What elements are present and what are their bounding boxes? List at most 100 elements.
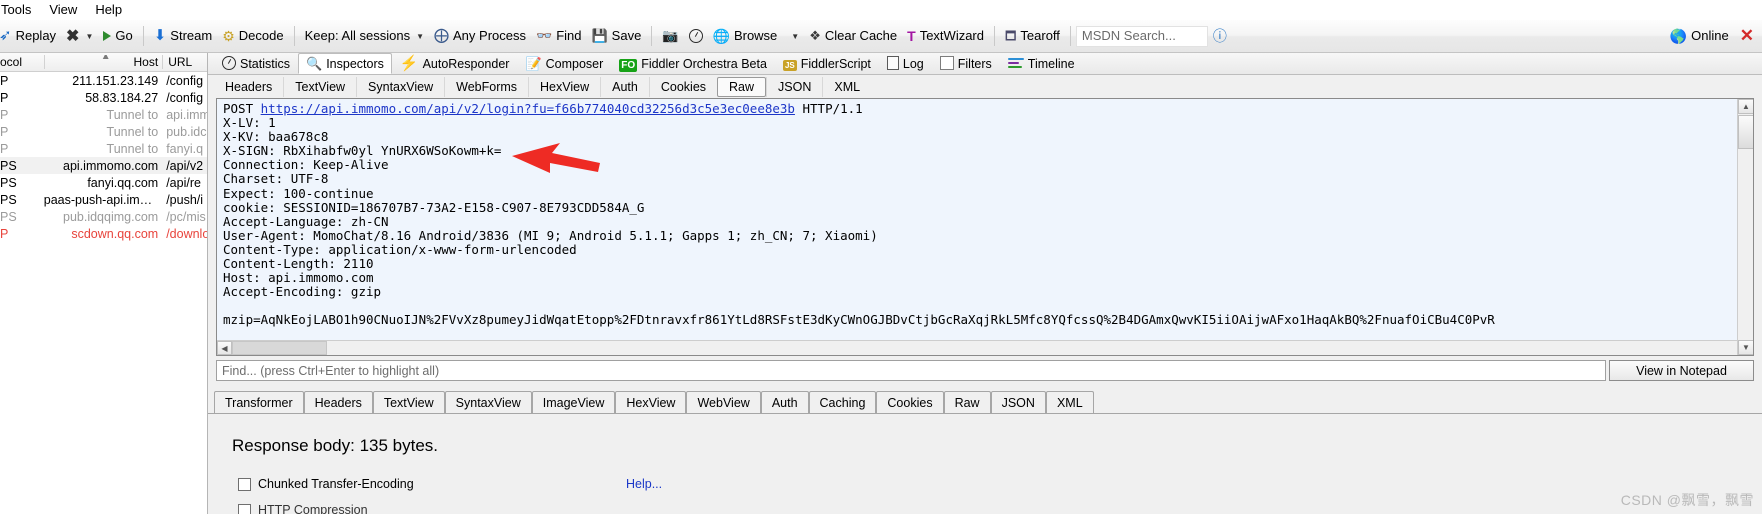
session-row[interactable]: P 211.151.23.149/config bbox=[0, 72, 207, 89]
session-row[interactable]: PS pub.idqqimg.com/pc/mis bbox=[0, 208, 207, 225]
session-row[interactable]: P Tunnel to api.imm bbox=[0, 106, 207, 123]
session-row[interactable]: PS fanyi.qq.com/api/re bbox=[0, 174, 207, 191]
request-url-link[interactable]: https://api.immomo.com/api/v2/login?fu=f… bbox=[261, 101, 795, 116]
screenshot-button[interactable]: 📷 bbox=[657, 23, 683, 50]
tab-filters[interactable]: Filters bbox=[932, 53, 1000, 74]
save-button[interactable]: 💾 Save bbox=[586, 23, 646, 50]
checkbox-icon[interactable] bbox=[238, 477, 251, 491]
session-host: paas-push-api.immo… bbox=[43, 192, 162, 207]
tab-label: Filters bbox=[957, 57, 992, 71]
column-header-protocol[interactable]: ocol bbox=[0, 55, 44, 69]
chunked-transfer-encoding-checkbox[interactable]: Chunked Transfer-Encoding bbox=[238, 477, 414, 491]
request-tab-textview[interactable]: TextView bbox=[283, 76, 356, 97]
timer-button[interactable] bbox=[684, 23, 708, 50]
session-row[interactable]: P Tunnel to pub.idc bbox=[0, 123, 207, 140]
tab-timeline[interactable]: Timeline bbox=[1000, 53, 1083, 74]
response-body-title: Response body: 135 bytes. bbox=[232, 436, 439, 455]
tab-fiddler-orchestra-beta[interactable]: FO Fiddler Orchestra Beta bbox=[611, 53, 775, 74]
request-horizontal-scrollbar[interactable]: ◀ bbox=[217, 340, 1737, 355]
scroll-up-icon[interactable]: ▲ bbox=[1738, 99, 1753, 114]
response-tab-auth[interactable]: Auth bbox=[760, 391, 809, 413]
chevron-down-icon: ▼ bbox=[416, 31, 425, 41]
clear-cache-button[interactable]: ❖ Clear Cache bbox=[804, 23, 902, 50]
request-tab-cookies[interactable]: Cookies bbox=[648, 76, 717, 97]
tab-composer[interactable]: 📝 Composer bbox=[517, 53, 611, 74]
decode-button[interactable]: ⚙ Decode bbox=[217, 23, 288, 50]
js-icon: JS bbox=[782, 60, 797, 71]
stopwatch-icon bbox=[688, 29, 703, 43]
menu-item-view[interactable]: View bbox=[40, 1, 86, 20]
session-row[interactable]: PS api.immomo.com/api/v2 bbox=[0, 157, 207, 174]
response-tab-transformer[interactable]: Transformer bbox=[214, 391, 304, 413]
tab-log[interactable]: Log bbox=[879, 53, 932, 74]
request-tab-auth[interactable]: Auth bbox=[600, 76, 649, 97]
response-tab-json[interactable]: JSON bbox=[990, 391, 1046, 413]
go-button[interactable]: Go bbox=[98, 23, 137, 50]
close-icon[interactable]: ✕ bbox=[1740, 27, 1754, 44]
request-tab-raw[interactable]: Raw bbox=[717, 76, 767, 97]
view-in-notepad-button[interactable]: View in Notepad bbox=[1609, 360, 1754, 381]
chevron-down-icon: ▼ bbox=[85, 31, 94, 41]
msdn-search-input[interactable]: MSDN Search... bbox=[1075, 25, 1208, 47]
find-input[interactable]: Find... (press Ctrl+Enter to highlight a… bbox=[216, 360, 1606, 381]
request-raw-viewer[interactable]: POST https://api.immomo.com/api/v2/login… bbox=[216, 98, 1754, 356]
sort-ascending-icon: ▲ bbox=[100, 55, 111, 62]
globe-network-icon: 🌎 bbox=[1669, 28, 1688, 44]
help-link[interactable]: Help... bbox=[626, 477, 662, 491]
column-header-url[interactable]: URL bbox=[163, 55, 207, 69]
session-row[interactable]: Pscdown.qq.com/downlo bbox=[0, 225, 207, 242]
menu-item-help[interactable]: Help bbox=[86, 1, 131, 20]
tab-inspectors[interactable]: 🔍 Inspectors bbox=[298, 53, 392, 74]
tab-statistics[interactable]: Statistics bbox=[214, 53, 298, 74]
tab-fiddlerscript[interactable]: JS FiddlerScript bbox=[775, 53, 879, 74]
session-row[interactable]: P 58.83.184.27/config bbox=[0, 89, 207, 106]
request-tab-webforms[interactable]: WebForms bbox=[444, 76, 528, 97]
find-button[interactable]: 👓 Find bbox=[531, 23, 586, 50]
scroll-left-icon[interactable]: ◀ bbox=[217, 341, 232, 355]
request-tab-xml[interactable]: XML bbox=[822, 76, 871, 97]
tab-autoresponder[interactable]: ⚡ AutoResponder bbox=[392, 53, 518, 74]
response-tab-cookies[interactable]: Cookies bbox=[876, 391, 944, 413]
scroll-thumb[interactable] bbox=[1738, 115, 1753, 149]
hscroll-thumb[interactable] bbox=[232, 341, 327, 355]
response-tab-headers[interactable]: Headers bbox=[303, 391, 373, 413]
request-tab-json[interactable]: JSON bbox=[766, 76, 822, 97]
browse-button[interactable]: 🌐 Browse ▼ bbox=[708, 23, 805, 50]
column-header-host[interactable]: ▲ Host bbox=[45, 55, 162, 69]
tab-label: Timeline bbox=[1027, 57, 1075, 71]
request-tab-hexview[interactable]: HexView bbox=[528, 76, 600, 97]
response-tab-raw[interactable]: Raw bbox=[943, 391, 991, 413]
response-tab-xml[interactable]: XML bbox=[1045, 391, 1094, 413]
request-tab-syntaxview[interactable]: SyntaxView bbox=[356, 76, 444, 97]
keep-sessions-dropdown[interactable]: Keep: All sessions ▼ bbox=[300, 23, 429, 50]
textwizard-button[interactable]: T TextWizard bbox=[902, 23, 989, 50]
tearoff-button[interactable]: 🗖 Tearoff bbox=[1000, 23, 1065, 50]
remove-button[interactable]: ✖ ▼ bbox=[61, 23, 98, 50]
scroll-down-icon[interactable]: ▼ bbox=[1738, 340, 1753, 355]
response-tab-imageview[interactable]: ImageView bbox=[531, 391, 616, 413]
response-tab-textview[interactable]: TextView bbox=[372, 391, 445, 413]
stream-button[interactable]: ⬇ Stream bbox=[149, 23, 217, 50]
http-compression-row[interactable]: HTTP Compression bbox=[238, 503, 368, 514]
menu-item-tools[interactable]: Tools bbox=[0, 1, 40, 20]
crosshair-icon: ⨁ bbox=[434, 27, 450, 44]
online-status-button[interactable]: 🌎 Online bbox=[1665, 23, 1734, 50]
response-tab-caching[interactable]: Caching bbox=[808, 391, 877, 413]
response-tab-syntaxview[interactable]: SyntaxView bbox=[444, 391, 532, 413]
replay-button[interactable]: ➶ Replay bbox=[0, 23, 61, 50]
session-host: Tunnel to bbox=[106, 107, 159, 122]
request-vertical-scrollbar[interactable]: ▲ ▼ bbox=[1737, 99, 1753, 355]
request-tab-headers[interactable]: Headers bbox=[214, 77, 283, 97]
response-tab-strip: Transformer Headers TextView SyntaxView Imag… bbox=[208, 390, 1762, 414]
response-tab-webview[interactable]: WebView bbox=[686, 391, 761, 413]
session-list[interactable]: ocol ▲ Host URL P 211.151.23.149/config P 5… bbox=[0, 53, 208, 514]
help-button[interactable]: ⓘ bbox=[1208, 23, 1232, 50]
response-tab-hexview[interactable]: HexView bbox=[615, 391, 687, 413]
session-row[interactable]: P Tunnel to fanyi.q bbox=[0, 140, 207, 157]
watermark: CSDN @飘雪，飘雪 bbox=[1620, 492, 1754, 508]
any-process-button[interactable]: ⨁ Any Process bbox=[429, 23, 531, 50]
checkbox-icon-2[interactable] bbox=[238, 503, 251, 514]
session-host: pub.idqqimg.com bbox=[63, 209, 159, 224]
session-row[interactable]: PS paas-push-api.immo… /push/i bbox=[0, 191, 207, 208]
tab-label: FiddlerScript bbox=[800, 57, 871, 71]
